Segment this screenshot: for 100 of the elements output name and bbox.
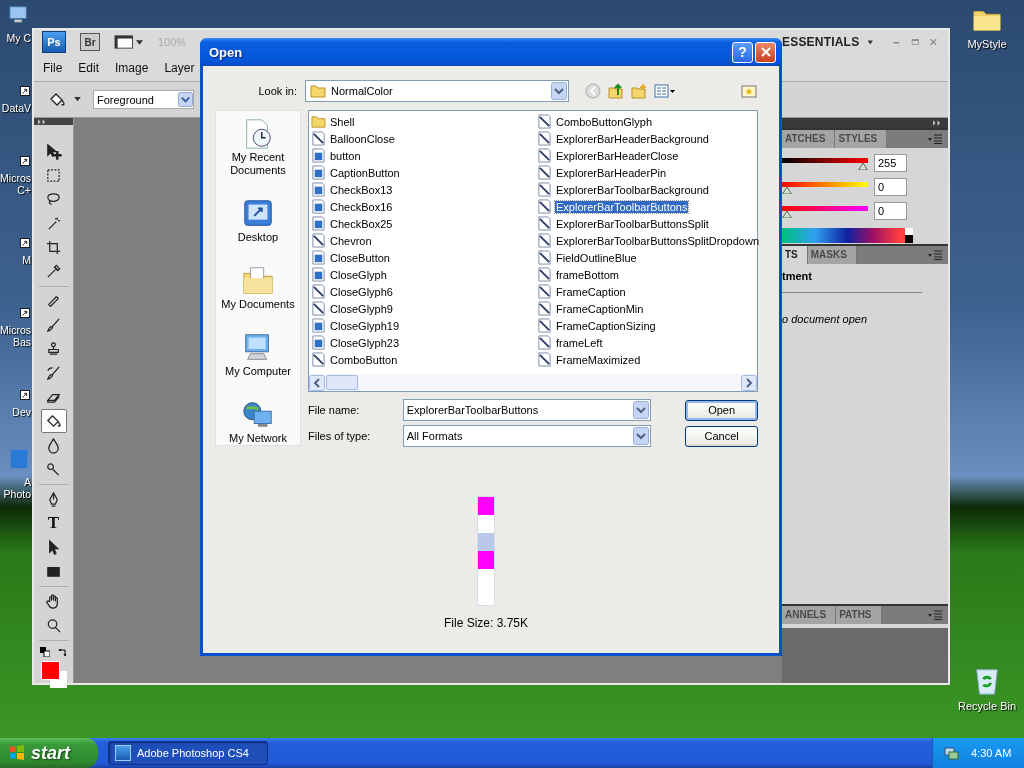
channel-value-field[interactable]: 0 [874,202,907,220]
image-entry[interactable]: ExplorerBarHeaderBackground [537,130,760,147]
file-name-field[interactable]: ExplorerBarToolbarButtons [402,399,652,421]
panel-tab[interactable]: TS [782,246,808,264]
type-tool[interactable]: T [40,511,67,536]
panel-menu-icon[interactable] [928,250,942,260]
desktop-icon-label[interactable]: MyStyle [967,38,1007,50]
panel-tab[interactable]: STYLES [835,130,888,148]
panel-tab[interactable]: PATHS [836,606,882,624]
image-entry[interactable]: CloseGlyph [311,266,537,283]
taskbar-button[interactable]: Adobe Photoshop CS4 [108,741,268,765]
bucket-tool[interactable] [40,409,67,434]
image-entry[interactable]: button [311,147,537,164]
menu-item[interactable]: Edit [76,60,114,75]
image-entry[interactable]: ExplorerBarToolbarButtonsSplitDropdown [537,232,760,249]
look-in-dropdown[interactable]: NormalColor [305,80,569,102]
desktop-icon-label[interactable]: Recycle Bin [957,700,1017,712]
foreground-color-swatch[interactable] [40,661,60,681]
close-button[interactable] [755,41,776,63]
menu-item[interactable]: Image [113,60,163,75]
panel-menu-icon[interactable] [928,134,942,144]
image-entry[interactable]: ExplorerBarToolbarBackground [537,181,760,198]
channel-value-field[interactable]: 0 [874,178,907,196]
shortcut-icon[interactable] [20,86,30,96]
channel-slider[interactable] [782,156,868,170]
shortcut-icon[interactable] [20,156,30,166]
desktop-icon-label[interactable]: Photo [3,488,32,500]
menu-item[interactable]: File [41,60,77,75]
desktop-icon-label[interactable]: C+ [17,184,32,196]
image-entry[interactable]: CheckBox13 [311,181,537,198]
image-entry[interactable]: frameBottom [537,266,760,283]
expand-arrows-icon[interactable] [933,120,942,126]
image-entry[interactable]: CloseGlyph9 [311,300,537,317]
image-entry[interactable]: FieldOutlineBlue [537,249,760,266]
scrollbar-thumb[interactable] [326,375,358,390]
image-entry[interactable]: ExplorerBarHeaderClose [537,147,760,164]
desktop-icon-label[interactable]: M [22,254,32,266]
network-icon[interactable] [943,745,959,761]
image-entry[interactable]: CheckBox16 [311,198,537,215]
caret-icon[interactable] [74,97,81,102]
image-entry[interactable]: ComboButtonGlyph [537,113,760,130]
fill-source-dropdown[interactable]: Foreground [93,90,194,109]
image-entry[interactable]: CheckBox25 [311,215,537,232]
swap-colors-icon[interactable] [57,647,68,658]
image-entry[interactable]: FrameCaptionSizing [537,317,760,334]
cancel-button[interactable]: Cancel [685,425,758,447]
places-item[interactable]: My Computer [216,331,300,378]
clock[interactable]: 4:30 AM [971,747,1012,759]
desktop-icon-label[interactable]: A [24,476,32,488]
panel-tab[interactable]: ANNELS [782,606,837,624]
image-entry[interactable]: CloseGlyph6 [311,283,537,300]
desktop-icon-label[interactable]: Bas [12,336,32,348]
image-entry[interactable]: BalloonClose [311,130,537,147]
image-entry[interactable]: Chevron [311,232,537,249]
up-folder-icon[interactable] [608,83,624,99]
image-entry[interactable]: CloseButton [311,249,537,266]
places-item[interactable]: My Network [216,398,300,445]
desktop-icon-label[interactable]: Micros [0,172,32,184]
shortcut-icon[interactable] [20,390,30,400]
expand-arrows-icon[interactable] [38,118,47,125]
image-entry[interactable]: ExplorerBarToolbarButtonsSplit [537,215,760,232]
desktop-icon-label[interactable]: Dev [12,406,32,418]
app-logo[interactable]: Ps [42,31,66,53]
bridge-button[interactable]: Br [80,33,100,51]
default-colors-icon[interactable] [39,647,50,658]
image-entry[interactable]: ComboButton [311,351,537,368]
channel-slider[interactable] [782,180,868,194]
panel-tab[interactable]: ATCHES [782,130,836,148]
places-item[interactable]: My Recent Documents [216,117,300,177]
start-button[interactable]: start [0,738,98,768]
image-entry[interactable]: CloseGlyph23 [311,334,537,351]
image-entry[interactable]: frameLeft [537,334,760,351]
caret-icon[interactable] [867,38,874,46]
screen-mode-icon[interactable] [114,35,144,49]
places-item[interactable]: My Documents [216,264,300,311]
desktop-icon-label[interactable]: My C [6,32,32,44]
image-entry[interactable]: CaptionButton [311,164,537,181]
shortcut-icon[interactable] [20,308,30,318]
open-button[interactable]: Open [685,399,758,421]
panel-menu-icon[interactable] [928,610,942,620]
shortcut-icon[interactable] [20,238,30,248]
color-spectrum[interactable] [782,228,913,243]
image-entry[interactable]: FrameMaximized [537,351,760,368]
image-entry[interactable]: FrameCaptionMin [537,300,760,317]
image-entry[interactable]: ExplorerBarToolbarButtons [537,198,760,215]
file-type-dropdown[interactable]: All Formats [402,425,652,447]
view-menu-icon[interactable] [654,83,676,99]
scroll-right-button[interactable] [741,374,757,391]
image-entry[interactable]: FrameCaption [537,283,760,300]
scroll-left-button[interactable] [309,374,325,391]
desktop-icon-label[interactable]: DataV [1,102,32,114]
image-entry[interactable]: CloseGlyph19 [311,317,537,334]
workspace-switcher[interactable]: ESSENTIALS [782,35,860,49]
channel-slider[interactable] [782,204,868,218]
panel-tab[interactable]: MASKS [807,246,857,264]
folder-entry[interactable]: Shell [311,113,537,130]
image-entry[interactable]: ExplorerBarHeaderPin [537,164,760,181]
horizontal-scrollbar[interactable] [309,374,757,391]
places-item[interactable]: Desktop [216,197,300,244]
channel-value-field[interactable]: 255 [874,154,907,172]
